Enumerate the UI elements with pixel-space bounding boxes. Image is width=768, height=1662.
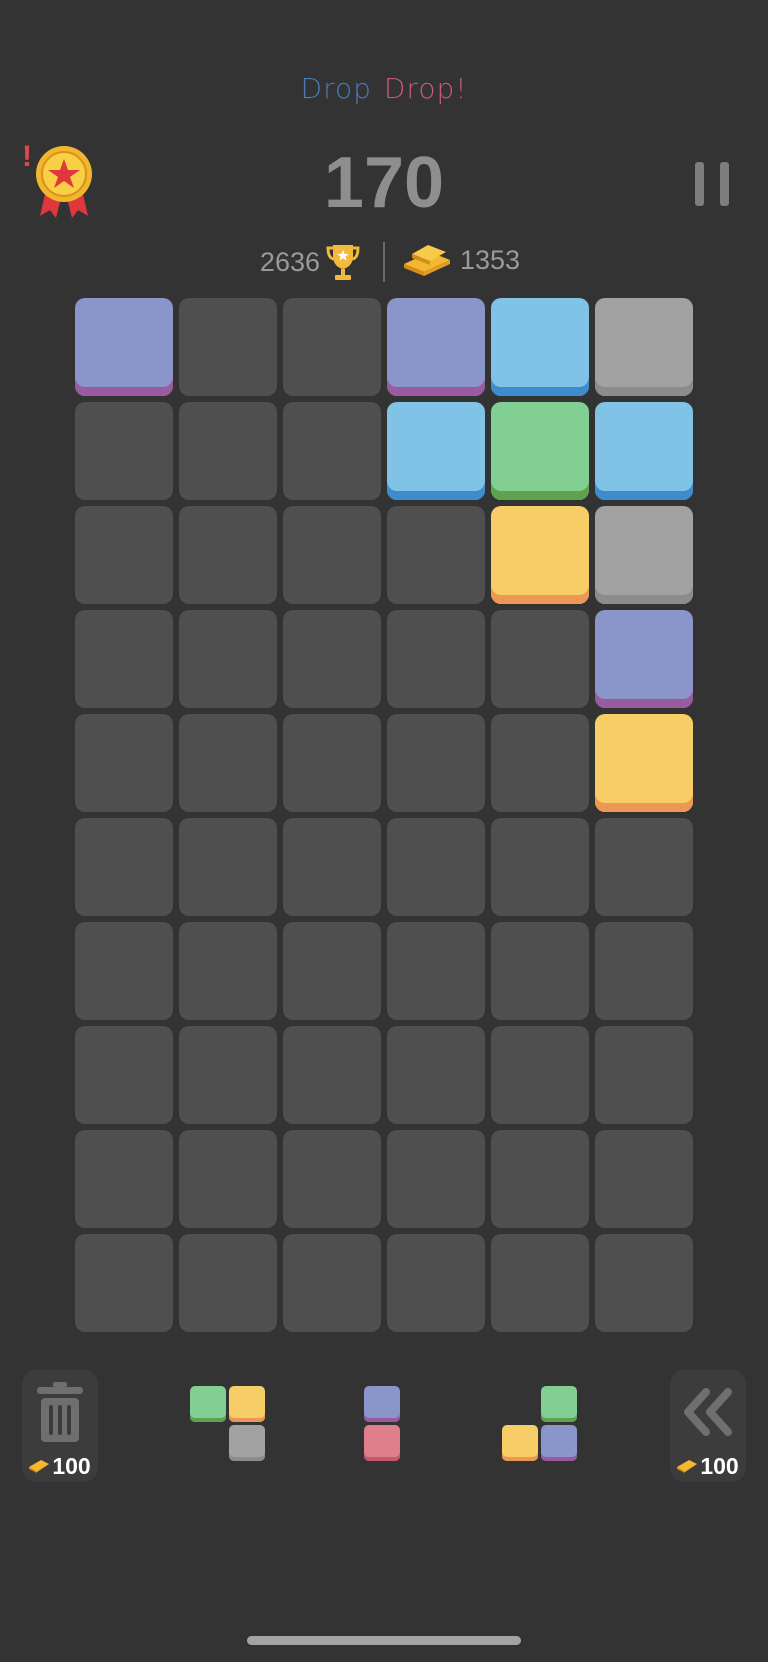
board-cell[interactable] [491, 1026, 589, 1124]
trash-button[interactable]: 100 [22, 1370, 98, 1482]
undo-cost: 100 [670, 1450, 746, 1482]
logo-word-2: Drop! [383, 72, 468, 105]
board-cell[interactable] [595, 1234, 693, 1332]
piece-1[interactable] [190, 1386, 268, 1464]
game-board[interactable] [75, 298, 695, 1332]
board-cell[interactable] [179, 298, 277, 396]
game-screen: Drop Drop! ! 170 2636 1353 100 100 [0, 0, 768, 1662]
board-cell[interactable] [283, 1026, 381, 1124]
undo-icon [684, 1388, 732, 1436]
best-score-value: 2636 [259, 246, 320, 277]
board-cell[interactable] [75, 610, 173, 708]
current-score: 170 [323, 143, 445, 223]
piece-3[interactable] [502, 1386, 580, 1464]
board-cell[interactable] [179, 1026, 277, 1124]
board-cell[interactable] [387, 818, 485, 916]
piece-block-purple [541, 1425, 577, 1461]
gold-bars-icon [404, 245, 450, 276]
board-cell[interactable] [75, 818, 173, 916]
board-cell[interactable] [283, 818, 381, 916]
board-cell[interactable] [491, 922, 589, 1020]
game-logo: Drop Drop! [0, 72, 768, 105]
board-cell[interactable] [491, 610, 589, 708]
board-cell[interactable] [491, 1130, 589, 1228]
trophy-icon [326, 245, 360, 280]
piece-block-yellow [502, 1425, 538, 1461]
gold-bar-icon [29, 1460, 50, 1473]
board-cell[interactable] [283, 402, 381, 500]
board-cell[interactable] [75, 506, 173, 604]
board-cell[interactable] [179, 714, 277, 812]
board-cell[interactable] [179, 506, 277, 604]
tile-green [491, 402, 589, 500]
trash-cost: 100 [22, 1450, 98, 1482]
board-cell[interactable] [387, 714, 485, 812]
tile-blue [387, 402, 485, 500]
piece-block-green [541, 1386, 577, 1422]
board-cell[interactable] [387, 1026, 485, 1124]
undo-cost-value: 100 [700, 1452, 739, 1479]
pause-icon-bar [720, 162, 729, 206]
undo-button[interactable]: 100 [670, 1370, 746, 1482]
stats-divider [383, 242, 385, 282]
piece-block-purple [364, 1386, 400, 1422]
board-cell[interactable] [179, 610, 277, 708]
board-cell[interactable] [283, 610, 381, 708]
board-cell[interactable] [387, 1234, 485, 1332]
piece-block-gray [229, 1425, 265, 1461]
pause-icon [695, 162, 704, 206]
piece-block-yellow [229, 1386, 265, 1422]
tile-gray [595, 506, 693, 604]
home-indicator [247, 1636, 521, 1645]
tile-blue [491, 298, 589, 396]
tile-gray [595, 298, 693, 396]
stats-row: 2636 1353 [0, 240, 768, 286]
board-cell[interactable] [283, 506, 381, 604]
gold-balance: 1353 [402, 242, 520, 278]
board-cell[interactable] [75, 1234, 173, 1332]
board-cell[interactable] [491, 714, 589, 812]
board-cell[interactable] [179, 1130, 277, 1228]
board-cell[interactable] [75, 1130, 173, 1228]
trash-cost-value: 100 [52, 1452, 91, 1479]
board-cell[interactable] [595, 1026, 693, 1124]
piece-2[interactable] [364, 1386, 403, 1464]
board-cell[interactable] [595, 1130, 693, 1228]
board-cell[interactable] [179, 818, 277, 916]
piece-block-pink [364, 1425, 400, 1461]
tile-blue [595, 402, 693, 500]
board-cell[interactable] [283, 1130, 381, 1228]
board-cell[interactable] [595, 922, 693, 1020]
board-cell[interactable] [179, 1234, 277, 1332]
pause-button[interactable] [692, 162, 732, 206]
logo-word-1: Drop [300, 72, 372, 105]
board-cell[interactable] [283, 1234, 381, 1332]
board-cell[interactable] [75, 714, 173, 812]
best-score: 2636 [260, 242, 360, 282]
tile-purple [595, 610, 693, 708]
board-cell[interactable] [283, 298, 381, 396]
board-cell[interactable] [387, 1130, 485, 1228]
tile-purple [75, 298, 173, 396]
board-cell[interactable] [283, 714, 381, 812]
board-cell[interactable] [387, 610, 485, 708]
board-cell[interactable] [75, 922, 173, 1020]
board-cell[interactable] [179, 922, 277, 1020]
gold-value: 1353 [460, 244, 521, 275]
gold-bar-icon [677, 1460, 698, 1473]
board-cell[interactable] [283, 922, 381, 1020]
board-cell[interactable] [387, 506, 485, 604]
trash-icon [37, 1382, 83, 1442]
tile-purple [387, 298, 485, 396]
board-cell[interactable] [595, 818, 693, 916]
board-cell[interactable] [387, 922, 485, 1020]
board-cell[interactable] [75, 1026, 173, 1124]
tile-yellow [595, 714, 693, 812]
board-cell[interactable] [179, 402, 277, 500]
board-cell[interactable] [75, 402, 173, 500]
board-cell[interactable] [491, 818, 589, 916]
tile-yellow [491, 506, 589, 604]
board-cell[interactable] [491, 1234, 589, 1332]
piece-block-green [190, 1386, 226, 1422]
